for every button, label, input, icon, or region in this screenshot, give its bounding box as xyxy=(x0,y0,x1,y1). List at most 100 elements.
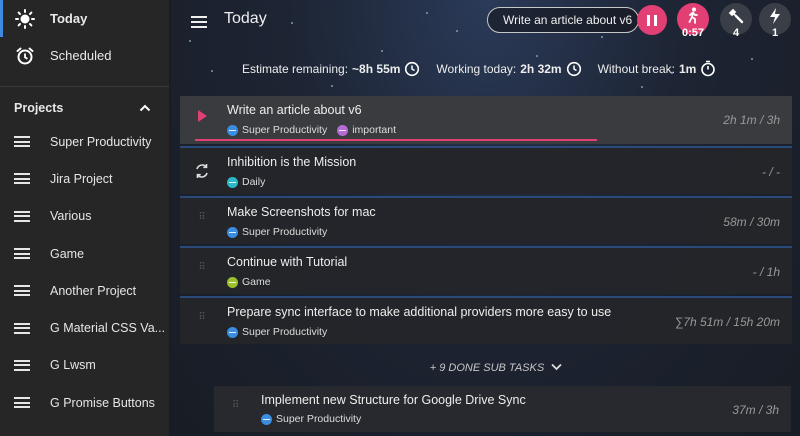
tag-project[interactable]: Game xyxy=(227,276,271,288)
main-content: Today Write an article about v6 0:57 4 1… xyxy=(171,0,800,436)
drag-handle-icon[interactable]: ⠿ xyxy=(192,312,212,323)
list-icon xyxy=(14,171,34,187)
subtask-item[interactable]: ⠿ Implement new Structure for Google Dri… xyxy=(214,386,791,432)
working-today: Working today: 2h 32m xyxy=(436,61,581,77)
sidebar-item-project[interactable]: G Material CSS Va... xyxy=(0,309,169,346)
list-icon xyxy=(14,357,34,373)
projects-header[interactable]: Projects xyxy=(0,93,169,123)
task-tags: Super Productivity important xyxy=(227,124,406,136)
without-break: Without break: 1m xyxy=(598,60,717,77)
task-list: Write an article about v6 Super Producti… xyxy=(180,96,792,346)
nav-item-scheduled[interactable]: Scheduled xyxy=(0,37,169,74)
project-icon xyxy=(227,226,238,238)
working-label: Working today: xyxy=(436,61,517,76)
task-time[interactable]: 2h 1m / 3h xyxy=(723,113,780,127)
task-time[interactable]: - / 1h xyxy=(753,265,780,279)
page-title: Today xyxy=(224,10,267,27)
project-label: Various xyxy=(50,209,92,224)
menu-icon[interactable] xyxy=(191,13,207,31)
estimate-remaining: Estimate remaining: ~8h 55m xyxy=(242,61,420,77)
project-label: Another Project xyxy=(50,283,137,298)
tag-project[interactable]: Super Productivity xyxy=(227,326,327,338)
hammer-icon xyxy=(728,8,744,24)
current-task-chip[interactable]: Write an article about v6 xyxy=(487,7,639,33)
chevron-down-icon xyxy=(551,363,562,371)
break-label: Without break: xyxy=(597,61,675,76)
tag-label: important xyxy=(352,124,396,136)
project-icon xyxy=(227,124,238,136)
task-tags: Super Productivity xyxy=(227,226,337,238)
task-time[interactable]: - / - xyxy=(762,165,780,179)
list-icon xyxy=(14,208,34,224)
drag-handle-icon[interactable]: ⠿ xyxy=(192,212,212,223)
tool-button[interactable]: 4 xyxy=(720,3,752,39)
task-item[interactable]: Inhibition is the Mission Daily - / - xyxy=(180,146,792,194)
task-title[interactable]: Continue with Tutorial xyxy=(227,255,347,269)
sidebar-item-project[interactable]: Game xyxy=(0,235,169,272)
sidebar-item-project[interactable]: Another Project xyxy=(0,272,169,309)
current-task-label: Write an article about v6 xyxy=(503,13,633,27)
sun-icon xyxy=(14,8,36,29)
tag-important[interactable]: important xyxy=(337,124,396,136)
project-icon xyxy=(227,326,238,338)
tag-label: Daily xyxy=(242,176,266,188)
task-tags: Game xyxy=(227,276,281,288)
subtask-time[interactable]: 37m / 3h xyxy=(732,403,779,417)
drag-handle-icon[interactable]: ⠿ xyxy=(192,262,212,273)
task-title[interactable]: Write an article about v6 xyxy=(227,103,362,117)
tag-label: Super Productivity xyxy=(276,413,362,425)
tag-label: Game xyxy=(242,276,271,288)
task-time[interactable]: ∑7h 51m / 15h 20m xyxy=(675,315,780,329)
task-item[interactable]: ⠿ Continue with Tutorial Game - / 1h xyxy=(180,246,792,294)
flash-button[interactable]: 1 xyxy=(759,3,791,39)
task-item[interactable]: ⠿ Make Screenshots for mac Super Product… xyxy=(180,196,792,244)
tag-daily[interactable]: Daily xyxy=(227,176,265,188)
sidebar-divider xyxy=(0,86,169,87)
done-subtasks-label: + 9 DONE SUB TASKS xyxy=(429,362,545,374)
lightning-icon xyxy=(770,8,780,24)
task-item[interactable]: ⠿ Prepare sync interface to make additio… xyxy=(180,296,792,344)
tag-project[interactable]: Super Productivity xyxy=(227,124,327,136)
sidebar-item-project[interactable]: Various xyxy=(0,198,169,235)
tag-label: Super Productivity xyxy=(242,326,328,338)
sidebar: Today Scheduled Projects Super Productiv… xyxy=(0,0,170,436)
break-value: 1m xyxy=(678,61,697,76)
top-bar: Today Write an article about v6 0:57 4 1 xyxy=(171,0,800,40)
subtask-title[interactable]: Implement new Structure for Google Drive… xyxy=(261,393,526,407)
project-label: G Promise Buttons xyxy=(50,395,155,410)
estimate-value: ~8h 55m xyxy=(352,61,401,76)
flash-count: 1 xyxy=(771,27,779,39)
tag-project[interactable]: Super Productivity xyxy=(261,413,361,425)
task-item-current[interactable]: Write an article about v6 Super Producti… xyxy=(180,96,792,144)
nav-item-today[interactable]: Today xyxy=(0,0,169,37)
task-time[interactable]: 58m / 30m xyxy=(723,215,780,229)
sidebar-item-project[interactable]: G Promise Buttons xyxy=(0,384,169,421)
sidebar-item-project[interactable]: G Lwsm xyxy=(0,347,169,384)
clock-history-icon xyxy=(405,61,420,76)
project-icon xyxy=(227,276,238,288)
clock-history-icon xyxy=(566,61,581,76)
pause-button[interactable] xyxy=(637,5,667,35)
tag-label: Super Productivity xyxy=(242,124,328,136)
projects-heading: Projects xyxy=(14,101,64,115)
task-title[interactable]: Inhibition is the Mission xyxy=(227,155,356,169)
running-person-icon xyxy=(688,7,698,24)
project-label: G Lwsm xyxy=(50,358,96,373)
tag-icon xyxy=(337,124,349,136)
project-label: Super Productivity xyxy=(50,134,152,149)
sidebar-item-project[interactable]: Super Productivity xyxy=(0,123,169,160)
task-title[interactable]: Prepare sync interface to make additiona… xyxy=(227,305,611,319)
task-title[interactable]: Make Screenshots for mac xyxy=(227,205,376,219)
chevron-up-icon[interactable] xyxy=(139,101,151,115)
tag-icon xyxy=(227,176,238,188)
task-tags: Daily xyxy=(227,176,275,188)
subtask-tags: Super Productivity xyxy=(261,413,371,425)
tag-project[interactable]: Super Productivity xyxy=(227,226,327,238)
focus-mode-button[interactable]: 0:57 xyxy=(677,3,709,39)
sidebar-item-project[interactable]: Jira Project xyxy=(0,160,169,197)
task-tags: Super Productivity xyxy=(227,326,337,338)
done-subtasks-toggle[interactable]: + 9 DONE SUB TASKS xyxy=(171,362,800,374)
nav-label-today: Today xyxy=(50,11,88,26)
drag-handle-icon[interactable]: ⠿ xyxy=(232,400,239,411)
play-icon[interactable] xyxy=(192,110,212,125)
